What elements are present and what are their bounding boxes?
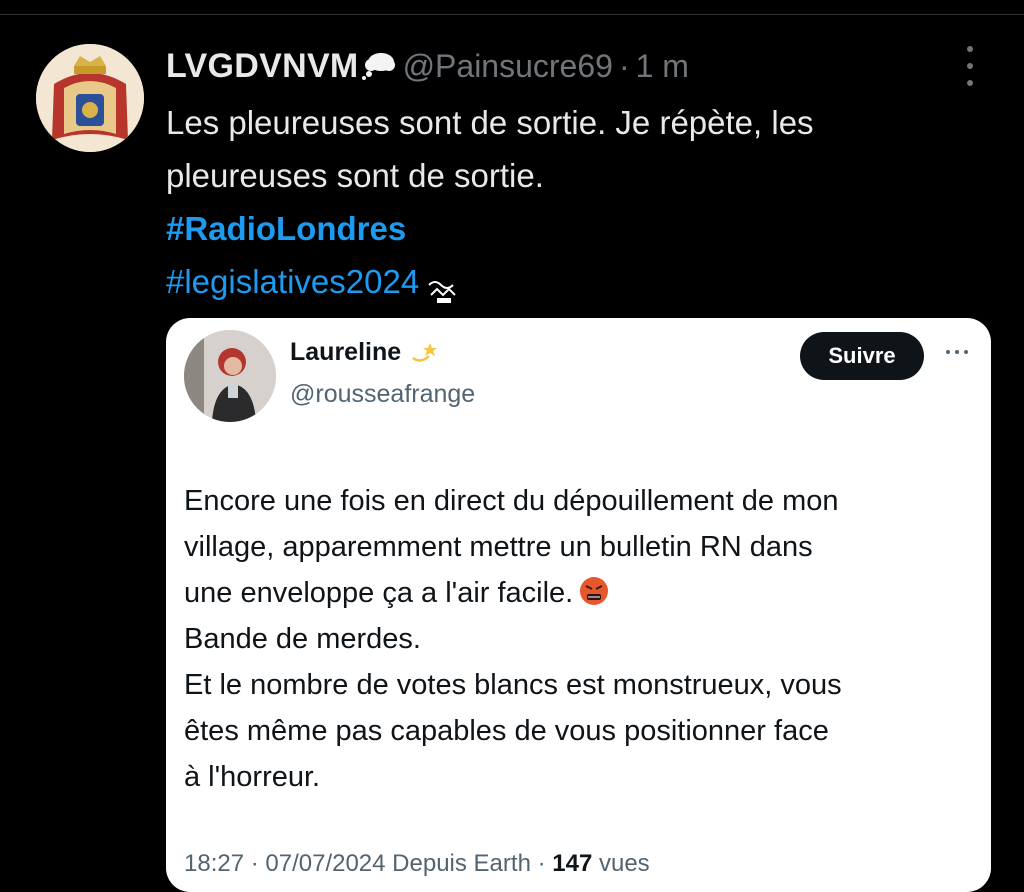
coat-of-arms-icon — [36, 44, 144, 152]
tweet-text-line: Les pleureuses sont de sortie. Je répète… — [166, 104, 814, 141]
profile-photo-icon — [184, 330, 276, 422]
header-separator: · — [618, 47, 630, 84]
quoted-text-line: à l'horreur. — [184, 761, 321, 793]
quoted-tweet-footer: 18:27 · 07/07/2024 Depuis Earth · 147 vu… — [184, 850, 650, 878]
author-display-name[interactable]: LVGDVNVM — [166, 47, 359, 86]
quoted-tweet-text: Encore une fois en direct du dépouilleme… — [184, 478, 984, 800]
tweet-time[interactable]: 1 m — [636, 48, 689, 85]
quoted-text-line: Bande de merdes. — [184, 623, 421, 655]
quoted-text-line: village, apparemment mettre un bulletin … — [184, 531, 813, 563]
quoted-text-line: Encore une fois en direct du dépouilleme… — [184, 485, 839, 517]
quoted-author-name-text: Laureline — [290, 338, 402, 366]
quoted-author-handle[interactable]: @rousseafrange — [290, 380, 475, 409]
quoted-text-line: Et le nombre de votes blancs est monstru… — [184, 669, 842, 701]
views-count: 147 — [552, 850, 593, 877]
hashtag-link[interactable]: #legislatives2024 — [166, 263, 419, 300]
top-divider — [0, 14, 1024, 15]
tweet-text-line: pleureuses sont de sortie. — [166, 157, 544, 194]
follow-button[interactable]: Suivre — [800, 332, 924, 380]
quoted-timestamp[interactable]: 18:27 · 07/07/2024 Depuis Earth · — [184, 850, 546, 877]
quoted-text-line: une enveloppe ça a l'air facile. — [184, 577, 574, 609]
dizzy-star-emoji-icon — [409, 340, 439, 366]
quoted-author-name[interactable]: Laureline — [290, 338, 439, 367]
more-options-icon[interactable] — [958, 46, 982, 86]
quoted-author-avatar[interactable] — [184, 330, 276, 422]
quoted-more-options-icon[interactable] — [946, 350, 968, 354]
sticker-emoji-icon — [423, 269, 463, 304]
tweet-header: LVGDVNVM @Painsucre69 · 1 m — [166, 44, 689, 88]
views-label: vues — [598, 850, 650, 877]
quoted-text-line: êtes même pas capables de vous positionn… — [184, 715, 829, 747]
angry-face-emoji-icon — [579, 574, 609, 605]
thought-balloon-emoji-icon — [361, 51, 397, 81]
author-avatar[interactable] — [36, 44, 144, 152]
hashtag-link[interactable]: #RadioLondres — [166, 210, 406, 247]
quoted-tweet-card[interactable]: Laureline @rousseafrange Suivre Encore u… — [166, 318, 991, 892]
author-handle[interactable]: @Painsucre69 — [403, 48, 613, 85]
tweet-text: Les pleureuses sont de sortie. Je répète… — [166, 96, 986, 308]
